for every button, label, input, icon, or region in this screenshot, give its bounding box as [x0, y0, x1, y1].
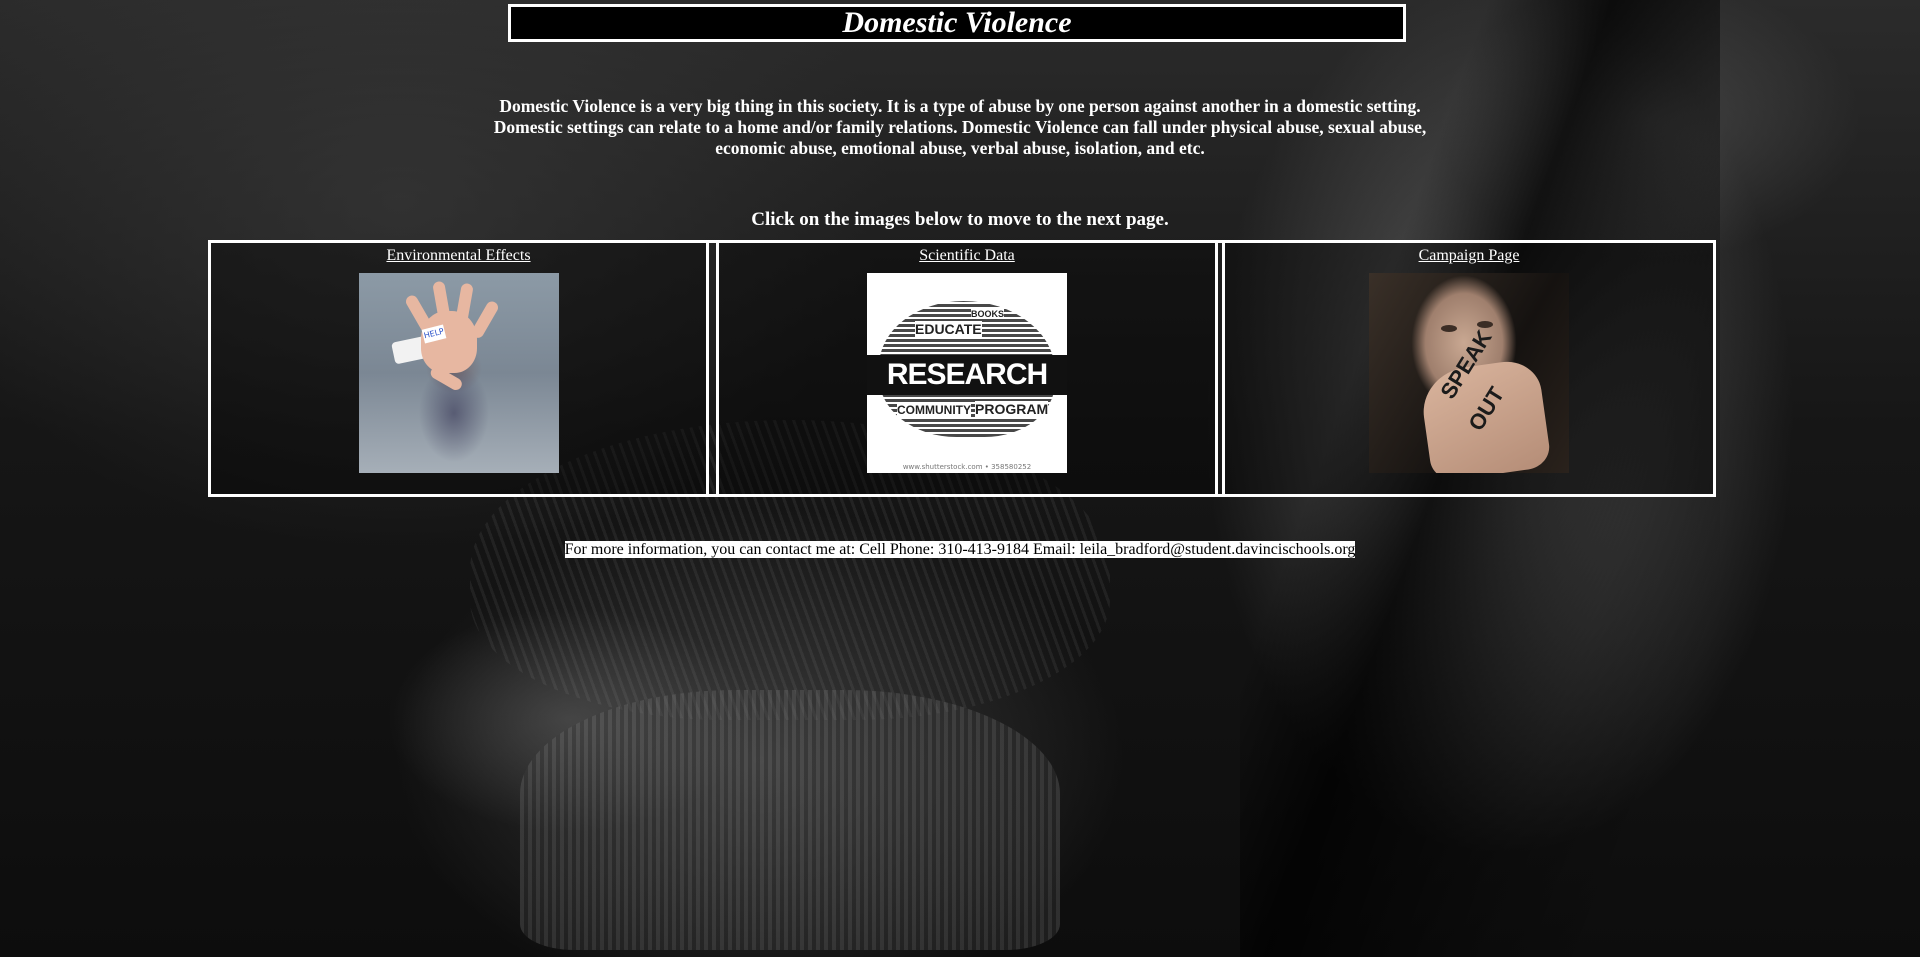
- page-title: Domestic Violence: [842, 6, 1072, 39]
- word-community: COMMUNITY: [897, 403, 971, 417]
- scientific-data-link[interactable]: Scientific Data: [919, 247, 1015, 265]
- environmental-effects-link[interactable]: Environmental Effects: [386, 247, 530, 265]
- eye-shape: [1441, 325, 1457, 332]
- speak-out-image[interactable]: SPEAK OUT: [1369, 273, 1569, 473]
- contact-text: For more information, you can contact me…: [564, 541, 1356, 558]
- image-credit: www.shutterstock.com • 358580252: [902, 463, 1032, 471]
- navigation-table: Environmental Effects HELP Scientific Da…: [208, 240, 1716, 497]
- word-program: PROGRAM: [975, 401, 1049, 417]
- hand-on-glass-help-image[interactable]: HELP: [358, 273, 559, 473]
- nav-cell-scientific-data: Scientific Data EDUCATE BOOKS RESEARCH C…: [716, 243, 1218, 494]
- campaign-page-link[interactable]: Campaign Page: [1419, 247, 1520, 265]
- contact-info: For more information, you can contact me…: [0, 540, 1920, 560]
- word-educate: EDUCATE: [915, 321, 982, 337]
- background-figure-sleeve: [520, 690, 1060, 950]
- research-word: RESEARCH: [886, 358, 1048, 391]
- title-box: Domestic Violence: [508, 4, 1406, 42]
- nav-cell-campaign-page: Campaign Page SPEAK OUT: [1222, 243, 1713, 494]
- nav-cell-environmental-effects: Environmental Effects HELP: [211, 243, 709, 494]
- research-word-cloud-image[interactable]: EDUCATE BOOKS RESEARCH COMMUNITY PROGRAM…: [867, 273, 1067, 473]
- finger-shape: [454, 282, 474, 325]
- word-books: BOOKS: [971, 309, 1005, 319]
- finger-shape: [469, 299, 500, 340]
- instruction-text: Click on the images below to move to the…: [751, 209, 1169, 230]
- intro-paragraph: Domestic Violence is a very big thing in…: [493, 96, 1427, 158]
